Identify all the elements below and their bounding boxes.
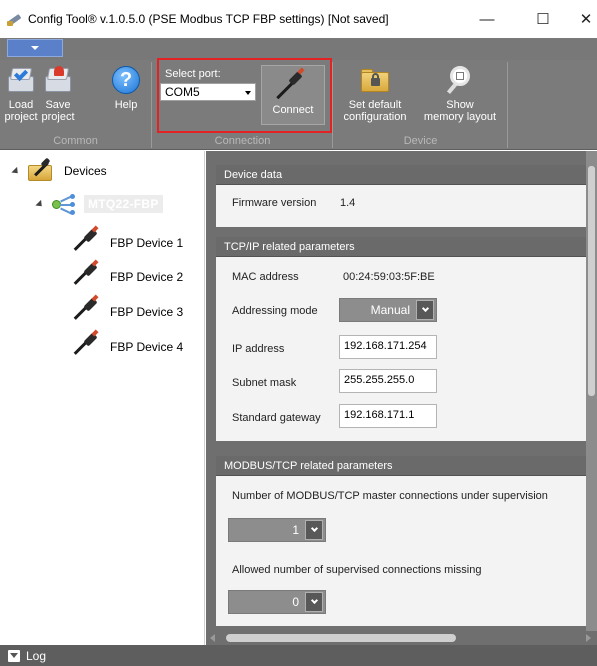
tcpip-section: TCP/IP related parameters MAC address 00… — [216, 237, 587, 441]
scroll-left-icon[interactable] — [210, 634, 215, 642]
chevron-down-icon — [305, 592, 323, 612]
addressing-mode-value: Manual — [370, 303, 410, 317]
ribbon-group-common: Load project Save project ? Help Common — [0, 62, 152, 148]
load-project-icon — [5, 64, 37, 96]
title-bar: Config Tool® v.1.0.5.0 (PSE Modbus TCP F… — [0, 0, 597, 38]
save-project-icon — [42, 64, 74, 96]
plug-icon — [70, 294, 100, 324]
missing-connections-value: 0 — [292, 595, 299, 609]
tree-label-fbp-device-1: FBP Device 1 — [110, 236, 184, 250]
group-label-device: Device — [403, 135, 438, 147]
load-project-button[interactable]: Load project — [3, 64, 39, 123]
group-label-common: Common — [53, 135, 98, 147]
tree-label-fbp-device-2: FBP Device 2 — [110, 270, 184, 284]
subnet-mask-label: Subnet mask — [232, 377, 297, 389]
tree-label-fbp-device-3: FBP Device 3 — [110, 305, 184, 319]
expand-icon — [11, 166, 21, 176]
master-connections-value: 1 — [292, 523, 299, 537]
tree-node-fbp-device-2[interactable]: FBP Device 2 — [70, 259, 184, 289]
vertical-scroll-thumb[interactable] — [588, 166, 595, 396]
save-project-label-1: Save — [45, 99, 71, 111]
app-menu-bar — [0, 38, 597, 60]
expand-icon — [35, 199, 45, 209]
set-default-configuration-button[interactable]: Set default configuration — [340, 64, 410, 123]
maximize-button[interactable]: ☐ — [521, 0, 565, 38]
caret-down-icon — [31, 46, 39, 50]
firmware-version-value: 1.4 — [340, 197, 356, 209]
vertical-scrollbar[interactable] — [586, 151, 597, 631]
device-tree: Devices MTQ22-FBP FBP Device 1 FBP Devic… — [0, 151, 205, 645]
standard-gateway-input[interactable]: 192.168.171.1 — [339, 404, 437, 428]
close-button[interactable]: ✕ — [564, 0, 597, 38]
window-title: Config Tool® v.1.0.5.0 (PSE Modbus TCP F… — [28, 12, 389, 26]
load-project-label-1: Load — [8, 99, 34, 111]
log-label: Log — [26, 648, 47, 663]
master-connections-label: Number of MODBUS/TCP master connections … — [232, 490, 548, 502]
show-memory-layout-button[interactable]: Show memory layout — [420, 64, 500, 123]
addressing-mode-select[interactable]: Manual — [339, 298, 437, 322]
help-icon: ? — [110, 64, 142, 96]
log-bar[interactable]: Log — [0, 645, 597, 666]
tree-node-fbp-device-4[interactable]: FBP Device 4 — [70, 329, 184, 359]
tree-node-fbp-device-1[interactable]: FBP Device 1 — [70, 225, 184, 255]
help-button[interactable]: ? Help — [110, 64, 142, 111]
missing-connections-select[interactable]: 0 — [228, 590, 326, 614]
app-icon — [7, 11, 23, 27]
ribbon-group-device: Set default configuration Show memory la… — [334, 62, 508, 148]
locked-folder-icon — [359, 64, 391, 96]
plug-icon — [70, 329, 100, 359]
collapse-toggle-icon[interactable] — [8, 649, 20, 662]
minimize-button[interactable]: — — [465, 0, 509, 38]
standard-gateway-label: Standard gateway — [232, 412, 321, 424]
horizontal-scrollbar[interactable] — [206, 631, 597, 645]
tree-label-controller: MTQ22-FBP — [84, 195, 163, 213]
chevron-down-icon — [305, 520, 323, 540]
tree-label-devices: Devices — [64, 164, 107, 178]
ip-address-label: IP address — [232, 343, 285, 355]
subnet-mask-input[interactable]: 255.255.255.0 — [339, 369, 437, 393]
tree-node-fbp-device-3[interactable]: FBP Device 3 — [70, 294, 184, 324]
show-memory-label-2: memory layout — [423, 111, 497, 123]
tree-label-fbp-device-4: FBP Device 4 — [110, 340, 184, 354]
connection-highlight — [157, 58, 332, 133]
plug-icon — [70, 225, 100, 255]
help-label: Help — [114, 99, 138, 111]
network-icon — [50, 193, 76, 215]
tcpip-header: TCP/IP related parameters — [216, 237, 587, 257]
app-menu-button[interactable] — [7, 39, 63, 57]
group-label-connection: Connection — [214, 135, 271, 147]
tree-node-devices[interactable]: Devices — [11, 157, 107, 183]
mac-address-label: MAC address — [232, 271, 299, 283]
properties-panel: Device data Firmware version 1.4 TCP/IP … — [206, 151, 597, 645]
chevron-down-icon — [416, 300, 434, 320]
magnifier-icon — [444, 64, 476, 96]
show-memory-label-1: Show — [446, 99, 474, 111]
scroll-right-icon[interactable] — [586, 634, 591, 642]
missing-connections-label: Allowed number of supervised connections… — [232, 564, 482, 576]
modbus-header: MODBUS/TCP related parameters — [216, 456, 587, 476]
plug-icon — [70, 259, 100, 289]
set-default-label-1: Set default — [348, 99, 402, 111]
save-project-label-2: project — [41, 111, 75, 123]
device-data-header: Device data — [216, 165, 587, 185]
devices-folder-icon — [26, 157, 54, 183]
horizontal-scroll-thumb[interactable] — [226, 634, 456, 642]
save-project-button[interactable]: Save project — [40, 64, 76, 123]
tree-node-controller[interactable]: MTQ22-FBP — [35, 193, 163, 215]
addressing-mode-label: Addressing mode — [232, 305, 318, 317]
firmware-version-label: Firmware version — [232, 197, 317, 209]
set-default-label-2: configuration — [343, 111, 407, 123]
load-project-label-2: project — [4, 111, 38, 123]
ip-address-input[interactable]: 192.168.171.254 — [339, 335, 437, 359]
modbus-section: MODBUS/TCP related parameters Number of … — [216, 456, 587, 626]
master-connections-select[interactable]: 1 — [228, 518, 326, 542]
mac-address-value: 00:24:59:03:5F:BE — [343, 271, 435, 283]
device-data-section: Device data Firmware version 1.4 — [216, 165, 587, 227]
